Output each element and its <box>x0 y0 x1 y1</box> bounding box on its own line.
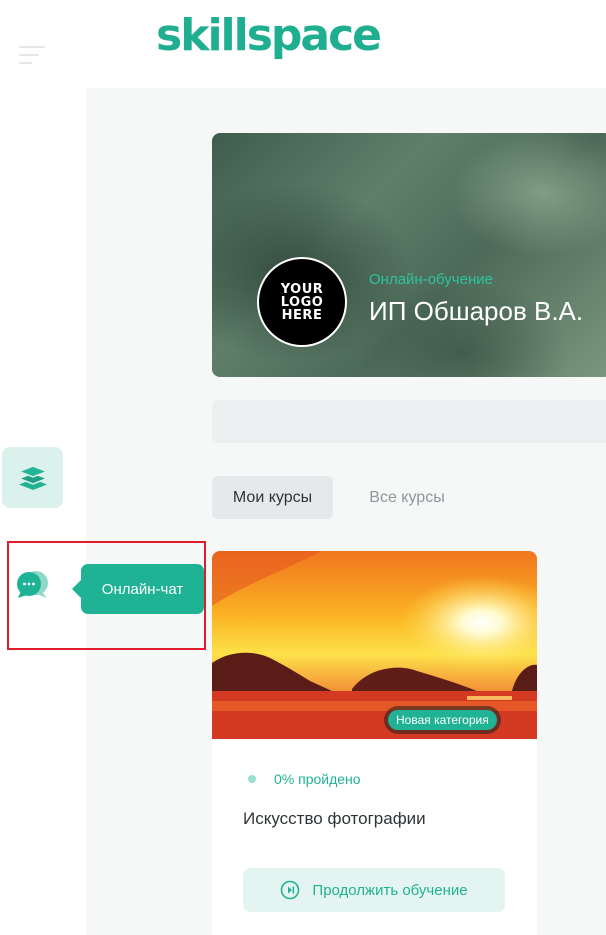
sidebar <box>0 0 86 935</box>
continue-learning-label: Продолжить обучение <box>312 881 468 899</box>
search-bar[interactable] <box>212 400 606 443</box>
skillspace-logo[interactable]: skillspace <box>156 10 382 61</box>
logo-line-2: LOGO <box>280 294 324 310</box>
school-logo: YOUR LOGO HERE <box>257 257 347 347</box>
chat-tooltip-label: Онлайн-чат <box>101 580 184 598</box>
progress-text: 0% пройдено <box>274 771 361 787</box>
school-banner: YOUR LOGO HERE Онлайн-обучение ИП Обшаро… <box>212 133 606 377</box>
tab-my-courses[interactable]: Мои курсы <box>212 476 333 519</box>
course-title[interactable]: Искусство фотографии <box>243 809 426 829</box>
banner-title: ИП Обшаров В.А. <box>369 296 584 326</box>
chat-bubbles-icon[interactable] <box>16 569 50 601</box>
logo-line-1: YOUR <box>280 281 324 297</box>
continue-learning-button[interactable]: Продолжить обучение <box>243 868 505 912</box>
progress-status: 0% пройдено <box>248 771 361 787</box>
logo-line-3: HERE <box>281 307 323 323</box>
banner-subtitle: Онлайн-обучение <box>369 271 493 288</box>
tab-my-courses-label: Мои курсы <box>232 488 313 506</box>
course-card[interactable]: Новая категория 0% пройдено Искусство фо… <box>212 551 537 935</box>
hamburger-icon[interactable] <box>19 44 45 68</box>
layers-icon <box>16 464 49 490</box>
play-circle-icon <box>281 880 300 900</box>
category-badge: Новая категория <box>388 710 497 730</box>
progress-dot-icon <box>248 775 256 783</box>
chat-tooltip[interactable]: Онлайн-чат <box>72 564 204 614</box>
tab-all-courses-label: Все курсы <box>369 488 445 506</box>
header: skillspace <box>86 0 606 88</box>
tab-all-courses[interactable]: Все курсы <box>352 476 462 519</box>
courses-nav-button[interactable] <box>2 447 63 508</box>
